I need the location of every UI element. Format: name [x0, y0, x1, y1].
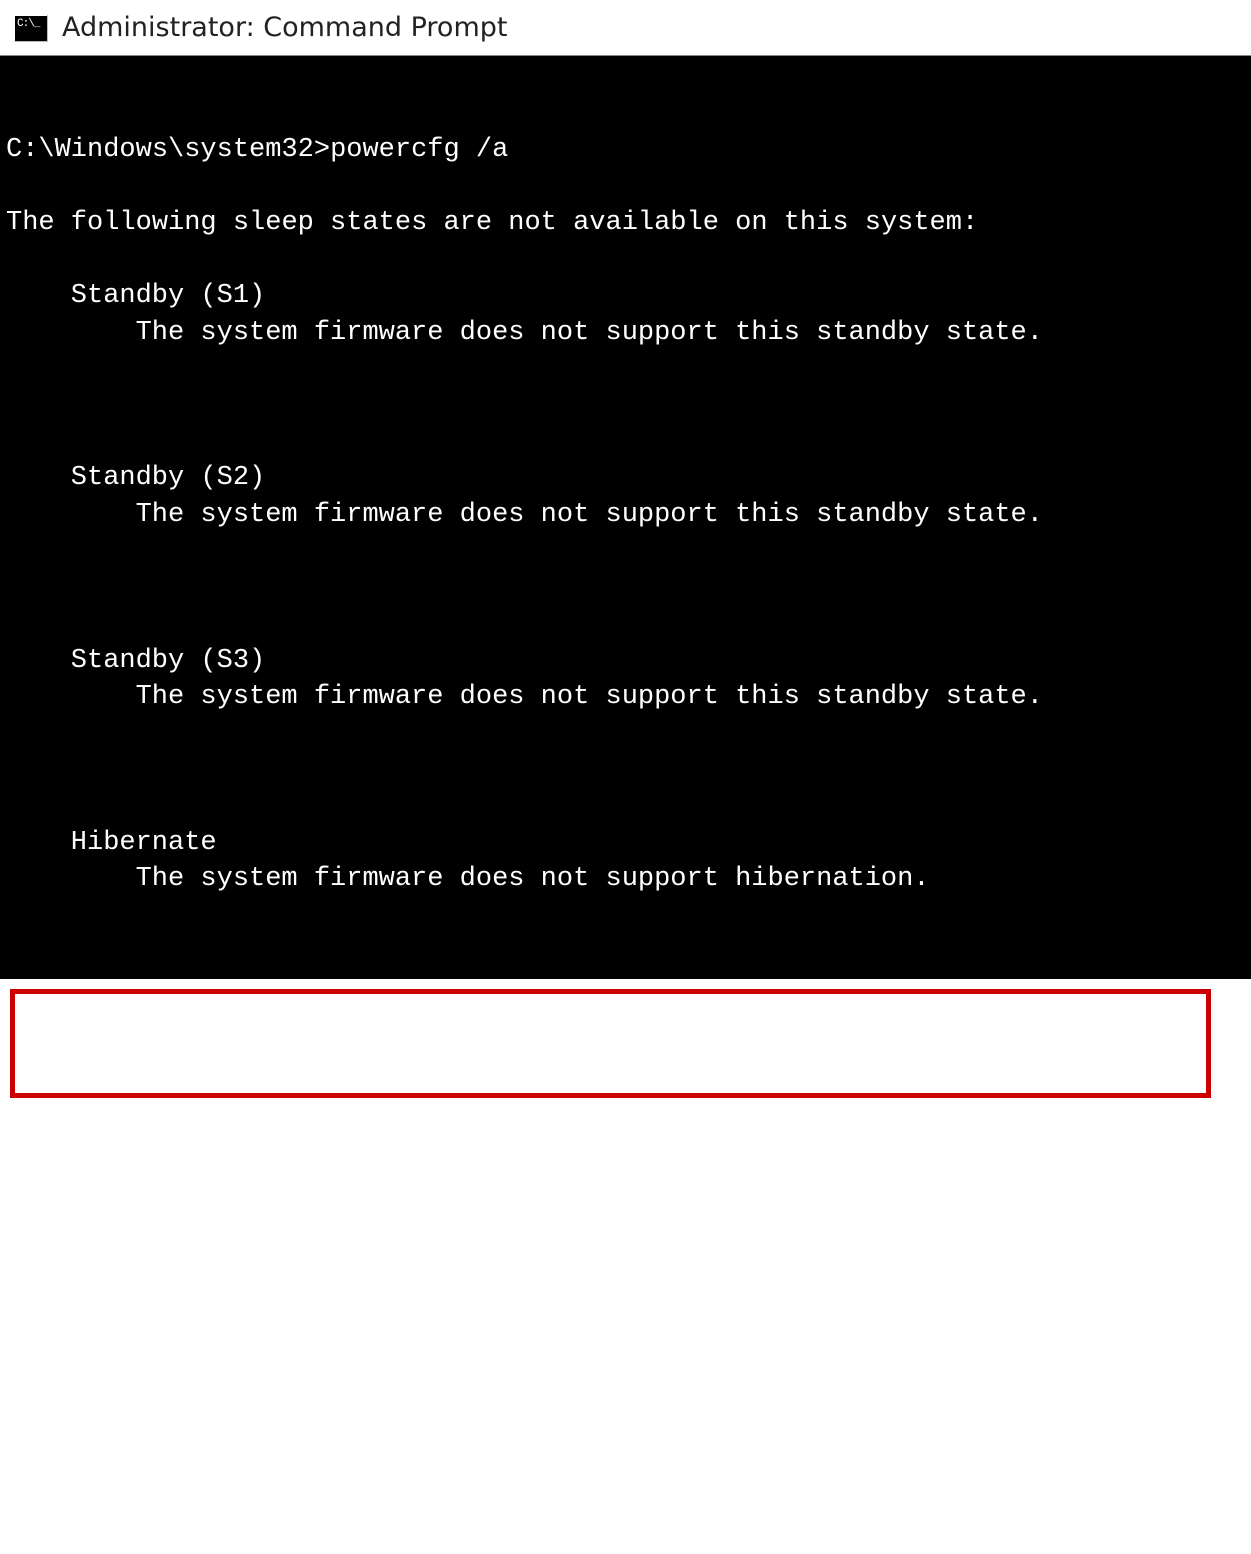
state-name: Standby (S2) — [6, 460, 1245, 496]
state-reason: Hibernation is not available. — [6, 1262, 1245, 1298]
state-reason: The system firmware does not support hib… — [6, 861, 1245, 897]
state-block-s3: Standby (S3)The system firmware does not… — [6, 643, 1245, 716]
state-name: Hibernate — [6, 825, 1245, 861]
prompt-line: C:\Windows\system32>powercfg /a — [6, 132, 1245, 168]
state-reason: The system firmware does not support thi… — [6, 1043, 1245, 1079]
output-intro: The following sleep states are not avail… — [6, 205, 1245, 241]
state-block-fast-startup: Fast StartupHibernation is not available… — [6, 1408, 1245, 1481]
cmd-icon — [14, 14, 48, 42]
state-block-s2: Standby (S2)The system firmware does not… — [6, 460, 1245, 533]
blank-line — [6, 1116, 1245, 1152]
state-name: Standby (S1) — [6, 278, 1245, 314]
blank-line — [6, 752, 1245, 788]
state-reason: The system firmware does not support thi… — [6, 679, 1245, 715]
state-reason: The system firmware does not support thi… — [6, 497, 1245, 533]
state-name: Hybrid Sleep — [6, 1189, 1245, 1225]
state-reason: The system firmware does not support thi… — [6, 315, 1245, 351]
state-block-hybrid-sleep: Hybrid SleepStandby (S3) is not availabl… — [6, 1189, 1245, 1298]
state-name: Fast Startup — [6, 1408, 1245, 1444]
terminal-output[interactable]: C:\Windows\system32>powercfg /a The foll… — [0, 56, 1251, 979]
blank-line — [6, 1335, 1245, 1371]
window-title-bar[interactable]: Administrator: Command Prompt — [0, 0, 1251, 56]
state-reason: Standby (S3) is not available. — [6, 1226, 1245, 1262]
state-block-s1: Standby (S1)The system firmware does not… — [6, 278, 1245, 351]
blank-line — [6, 388, 1245, 424]
state-name: Standby (S3) — [6, 643, 1245, 679]
prompt-path: C:\Windows\system32> — [6, 135, 330, 165]
state-block-hibernate: HibernateThe system firmware does not su… — [6, 825, 1245, 898]
state-reason: Hibernation is not available. — [6, 1444, 1245, 1480]
blank-line — [6, 934, 1245, 970]
state-block-s0-low-power-idle: Standby (S0 Low Power Idle)The system fi… — [6, 1007, 1245, 1080]
blank-line — [6, 570, 1245, 606]
typed-command: powercfg /a — [330, 135, 508, 165]
state-name: Standby (S0 Low Power Idle) — [6, 1007, 1245, 1043]
window-title: Administrator: Command Prompt — [62, 12, 507, 43]
